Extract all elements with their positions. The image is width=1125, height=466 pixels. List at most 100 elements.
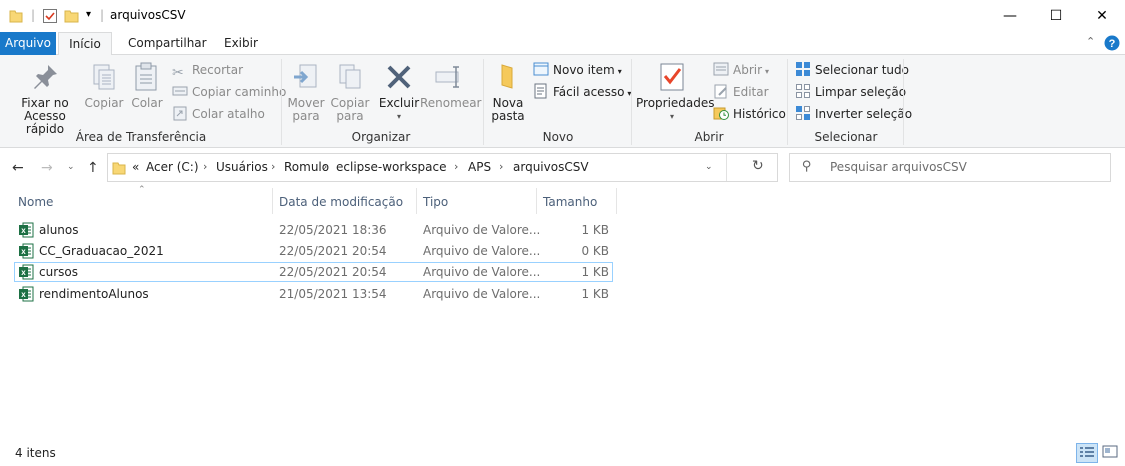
group-separator <box>631 59 632 145</box>
pin-quick-access-button[interactable]: Fixar no Acesso rápido <box>6 61 84 136</box>
paste-shortcut-label: Colar atalho <box>192 107 265 121</box>
select-all-label: Selecionar tudo <box>815 63 909 77</box>
select-all-button[interactable]: Selecionar tudo <box>795 60 909 80</box>
tab-share[interactable]: Compartilhar <box>118 32 217 55</box>
column-divider[interactable] <box>416 188 417 214</box>
close-icon: ✕ <box>1096 8 1108 24</box>
group-separator <box>281 59 282 145</box>
forward-arrow-icon[interactable]: → <box>41 160 53 176</box>
collapse-ribbon-icon[interactable]: ⌃ <box>1086 35 1095 48</box>
address-overflow-icon[interactable]: « <box>132 160 139 174</box>
breadcrumb-usuarios[interactable]: Usuários <box>216 160 268 174</box>
properties-check-icon[interactable] <box>42 8 58 24</box>
edit-label: Editar <box>733 85 769 99</box>
paste-button[interactable]: Colar <box>128 61 166 110</box>
minimize-button[interactable]: — <box>987 0 1033 32</box>
details-view-button[interactable] <box>1076 443 1098 463</box>
properties-button[interactable]: Propriedades ▾ <box>636 61 715 123</box>
new-item-icon <box>533 62 549 76</box>
copy-button[interactable]: Copiar <box>84 61 124 110</box>
breadcrumb-aps[interactable]: APS <box>468 160 491 174</box>
delete-dropdown-icon: ▾ <box>396 112 401 121</box>
ribbon: Fixar no Acesso rápido Copiar Colar ✂ Rec… <box>0 55 1125 148</box>
column-header-modified[interactable]: Data de modificação <box>279 194 403 214</box>
open-dropdown-icon: ▾ <box>765 67 770 76</box>
breadcrumb-chevron-icon[interactable]: › <box>203 160 207 173</box>
new-group-label: Novo <box>542 130 574 144</box>
new-item-button[interactable]: Novo item ▾ <box>533 60 622 80</box>
breadcrumb-eclipse-workspace[interactable]: eclipse-workspace <box>336 160 446 174</box>
open-button[interactable]: Abrir ▾ <box>713 60 769 80</box>
select-none-button[interactable]: Limpar seleção <box>795 82 906 102</box>
breadcrumb-chevron-icon[interactable]: › <box>499 160 503 173</box>
cut-button[interactable]: ✂ Recortar <box>172 60 243 81</box>
back-arrow-icon[interactable]: ← <box>12 160 24 176</box>
copy-to-icon <box>339 64 361 89</box>
help-icon[interactable]: ? <box>1104 35 1120 51</box>
copy-label: Copiar <box>84 96 124 110</box>
new-folder-quick-icon[interactable] <box>64 8 80 24</box>
new-folder-button[interactable]: Nova pasta <box>488 61 528 123</box>
easy-access-label: Fácil acesso <box>553 85 625 99</box>
copy-to-label-line2: para <box>336 109 364 123</box>
recent-locations-chevron-icon[interactable]: ⌄ <box>67 162 75 172</box>
address-history-chevron-icon[interactable]: ⌄ <box>705 162 713 172</box>
file-modified: 22/05/2021 18:36 <box>279 223 387 237</box>
paste-shortcut-button[interactable]: Colar atalho <box>172 104 265 124</box>
tab-file[interactable]: Arquivo <box>0 32 56 55</box>
file-row-focused[interactable]: x cursos 22/05/2021 20:54 Arquivo de Val… <box>14 262 613 282</box>
new-folder-label-line2: pasta <box>491 109 525 123</box>
file-row[interactable]: x rendimentoAlunos 21/05/2021 13:54 Arqu… <box>14 284 613 304</box>
rename-button[interactable]: Renomear <box>420 61 482 110</box>
history-icon <box>713 107 729 120</box>
scissors-icon: ✂ <box>172 65 184 81</box>
file-type: Arquivo de Valore... <box>423 244 541 258</box>
invert-selection-label: Inverter seleção <box>815 107 913 121</box>
file-modified: 22/05/2021 20:54 <box>279 244 387 258</box>
history-button[interactable]: Histórico <box>713 104 786 124</box>
search-input[interactable]: Pesquisar arquivosCSV <box>830 160 967 174</box>
large-icons-view-button[interactable] <box>1100 443 1122 463</box>
separator: | <box>31 8 36 22</box>
file-row[interactable]: x alunos 22/05/2021 18:36 Arquivo de Val… <box>14 220 613 240</box>
customize-toolbar-dropdown-icon[interactable]: ▾ <box>86 9 91 20</box>
file-name: alunos <box>39 223 79 237</box>
move-to-button[interactable]: Mover para <box>286 61 326 123</box>
properties-dropdown-icon: ▾ <box>669 112 674 121</box>
address-bar[interactable]: « Acer (C:) › Usuários › Romulo › eclips… <box>107 153 778 182</box>
close-button[interactable]: ✕ <box>1079 0 1125 32</box>
history-label: Histórico <box>733 107 786 121</box>
up-arrow-icon[interactable]: ↑ <box>87 160 99 176</box>
column-divider[interactable] <box>536 188 537 214</box>
breadcrumb-chevron-icon[interactable]: › <box>323 160 327 173</box>
column-header-name[interactable]: Nome <box>18 194 53 214</box>
file-size: 1 KB <box>581 223 609 237</box>
column-divider[interactable] <box>272 188 273 214</box>
column-header-size[interactable]: Tamanho <box>543 194 597 214</box>
delete-button[interactable]: Excluir ▾ <box>378 61 420 123</box>
file-row[interactable]: x CC_Graduacao_2021 22/05/2021 20:54 Arq… <box>14 241 613 261</box>
edit-button[interactable]: Editar <box>713 82 769 102</box>
breadcrumb-acer[interactable]: Acer (C:) <box>146 160 199 174</box>
excel-file-icon: x <box>19 222 34 238</box>
maximize-button[interactable]: ☐ <box>1033 0 1079 32</box>
file-size: 1 KB <box>581 287 609 301</box>
copy-to-button[interactable]: Copiar para <box>330 61 370 123</box>
breadcrumb-chevron-icon[interactable]: › <box>271 160 275 173</box>
file-type: Arquivo de Valore... <box>423 265 541 279</box>
column-header-type[interactable]: Tipo <box>423 194 448 214</box>
organize-group-label: Organizar <box>351 130 411 144</box>
easy-access-button[interactable]: Fácil acesso ▾ <box>533 82 631 102</box>
breadcrumb-arquivoscsv[interactable]: arquivosCSV <box>513 160 589 174</box>
clipboard-group-label: Área de Transferência <box>75 130 207 144</box>
invert-selection-button[interactable]: Inverter seleção <box>795 104 912 124</box>
breadcrumb-chevron-icon[interactable]: › <box>454 160 458 173</box>
tab-view[interactable]: Exibir <box>214 32 268 55</box>
refresh-icon[interactable]: ↻ <box>752 158 764 174</box>
tab-home[interactable]: Início <box>58 32 112 56</box>
copy-path-button[interactable]: Copiar caminho <box>172 82 286 102</box>
move-to-icon <box>294 64 317 88</box>
column-divider[interactable] <box>616 188 617 214</box>
paste-shortcut-icon <box>173 106 187 121</box>
search-box[interactable]: ⚲ Pesquisar arquivosCSV <box>789 153 1111 182</box>
